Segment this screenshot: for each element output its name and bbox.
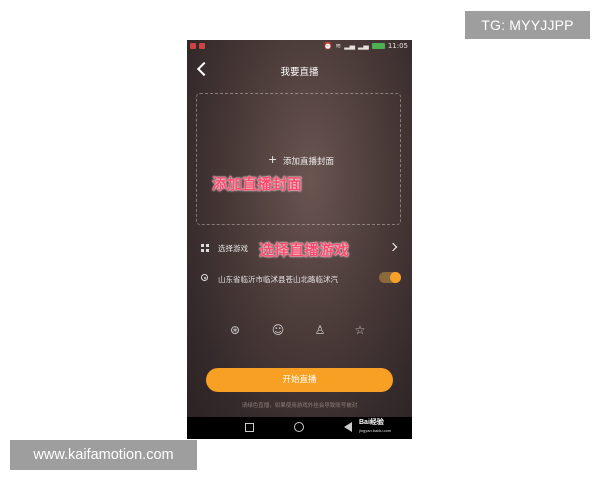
wifi-icon: ≋ bbox=[335, 42, 342, 50]
phone-screen: ⏰ ≋ ▂▄ ▂▄ 11:05 我要直播 + 添加直播封面 添加直播封面 选择游… bbox=[187, 40, 412, 439]
notification-icons bbox=[190, 43, 205, 49]
wechat-icon[interactable]: ☺ bbox=[270, 322, 286, 338]
toggle-knob bbox=[390, 272, 401, 283]
signal-icon: ▂▄ bbox=[358, 42, 369, 50]
baidu-url: jingyan.baidu.com bbox=[359, 428, 392, 433]
watermark-top: TG: MYYJJPP bbox=[465, 11, 590, 39]
android-nav-bar: Bai经验 jingyan.baidu.com bbox=[187, 417, 412, 439]
home-circle-icon[interactable] bbox=[294, 422, 304, 432]
chevron-right-icon bbox=[388, 242, 398, 252]
square-recent-icon[interactable] bbox=[245, 423, 254, 432]
status-bar: ⏰ ≋ ▂▄ ▂▄ 11:05 bbox=[187, 40, 412, 54]
annotation-select-game: 选择直播游戏 bbox=[259, 241, 350, 259]
add-cover-label: 添加直播封面 bbox=[283, 157, 335, 167]
signal-icon: ▂▄ bbox=[344, 42, 356, 50]
baidu-logo-text: Bai经验 bbox=[359, 419, 384, 426]
qzone-star-icon[interactable]: ☆ bbox=[352, 322, 368, 338]
page-title: 我要直播 bbox=[280, 67, 319, 78]
add-cover-area[interactable]: + 添加直播封面 bbox=[196, 93, 401, 225]
back-triangle-icon[interactable] bbox=[344, 422, 352, 432]
notification-icon bbox=[199, 43, 205, 49]
alarm-icon: ⏰ bbox=[323, 42, 333, 50]
select-game-label: 选择游戏 bbox=[218, 244, 248, 253]
location-pin-icon bbox=[201, 274, 208, 281]
status-time: 11:05 bbox=[387, 42, 408, 50]
qq-icon[interactable]: ♙ bbox=[312, 322, 328, 338]
battery-icon bbox=[371, 43, 385, 49]
location-row: 山东省临沂市临沭县苍山北路临沭汽 bbox=[187, 270, 412, 288]
location-label: 山东省临沂市临沭县苍山北路临沭汽 bbox=[218, 275, 338, 284]
notice-text: 请绿色直播，如果使用游戏外挂会导致账号被封 bbox=[241, 403, 358, 409]
grid-icon bbox=[201, 244, 209, 252]
annotation-add-cover: 添加直播封面 bbox=[212, 175, 303, 193]
watermark-bottom: www.kaifamotion.com bbox=[10, 440, 197, 470]
share-icons: ⊛ ☺ ♙ ☆ bbox=[187, 320, 412, 342]
start-live-button[interactable]: 开始直播 bbox=[206, 368, 393, 392]
plus-icon: + bbox=[268, 153, 278, 166]
status-right: ⏰ ≋ ▂▄ ▂▄ 11:05 bbox=[324, 42, 408, 50]
location-toggle[interactable] bbox=[379, 272, 401, 283]
notification-icon bbox=[190, 43, 196, 49]
moments-icon[interactable]: ⊛ bbox=[227, 322, 243, 338]
header: 我要直播 bbox=[187, 61, 412, 80]
baidu-logo: Bai经验 jingyan.baidu.com bbox=[359, 419, 391, 435]
